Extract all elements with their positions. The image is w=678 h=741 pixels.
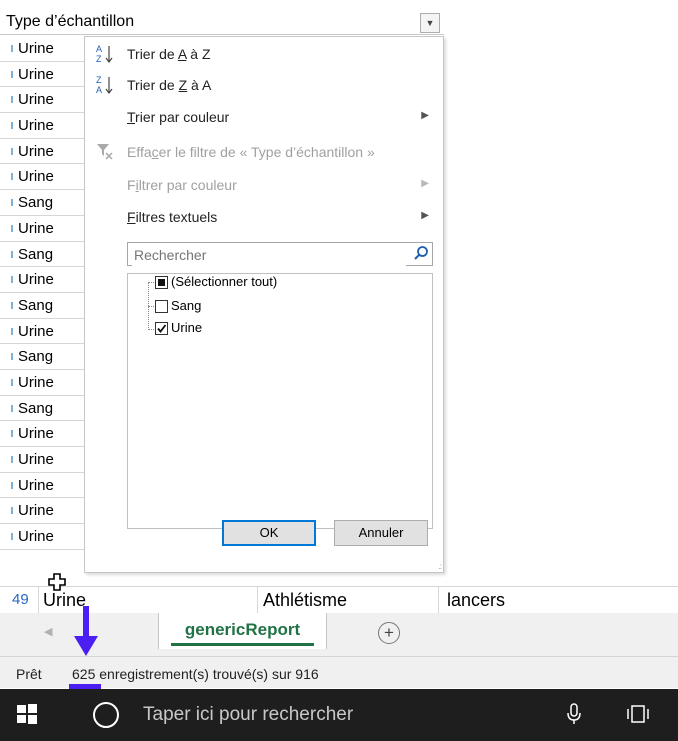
select-all-label: (Sélectionner tout) (171, 274, 278, 289)
svg-text:A: A (96, 85, 102, 95)
svg-text:Z: Z (96, 54, 102, 64)
column-cell[interactable]: Sang (0, 396, 84, 422)
sang-checkbox[interactable] (155, 300, 168, 313)
urine-label: Urine (171, 320, 203, 335)
sang-label: Sang (171, 298, 202, 313)
filter-dropdown-button[interactable]: ▼ (420, 13, 440, 33)
windows-taskbar: Taper ici pour rechercher (0, 689, 678, 741)
ok-button[interactable]: OK (222, 520, 316, 546)
column-cell[interactable]: Urine (0, 447, 84, 473)
status-bar: Prêt 625 enregistrement(s) trouvé(s) sur… (0, 657, 678, 688)
column-cells: Urine Urine Urine Urine Urine Urine Sang Urine S… (0, 36, 84, 550)
column-cell[interactable]: Sang (0, 190, 84, 216)
filter-dropdown-panel: AZ Trier de A à Z ZA Trier de Z à A Trie… (84, 36, 444, 573)
annotation-arrow-icon (74, 606, 98, 663)
column-cell[interactable]: Sang (0, 293, 84, 319)
search-icon[interactable] (413, 245, 429, 266)
windows-start-icon[interactable] (16, 703, 38, 730)
sheet-tab-bar: ◀ genericReport + (0, 613, 678, 657)
column-cell[interactable]: Sang (0, 242, 84, 268)
column-cell[interactable]: Urine (0, 498, 84, 525)
clear-filter-icon (95, 141, 117, 163)
resize-grip-icon[interactable]: .: (439, 562, 443, 571)
urine-checkbox[interactable] (155, 322, 168, 335)
column-cell[interactable]: Urine (0, 421, 84, 447)
submenu-arrow-icon: ▶ (421, 210, 429, 221)
column-cell[interactable]: Urine (0, 113, 84, 139)
column-cell[interactable]: Urine (0, 524, 84, 550)
cell-discipline[interactable]: Athlétisme (257, 587, 443, 613)
record-count: 625 (72, 666, 96, 682)
cell-sample-type[interactable]: Urine (38, 587, 261, 613)
sheet-tab-genericreport[interactable]: genericReport (158, 613, 327, 649)
select-all-checkbox[interactable] (155, 276, 168, 289)
column-cell[interactable]: Urine (0, 473, 84, 499)
sheet-tab-label: genericReport (184, 620, 301, 639)
filter-search-input[interactable] (132, 244, 406, 266)
table-row: 49 Urine Athlétisme lancers (0, 586, 678, 614)
filter-search-box (127, 242, 433, 266)
microphone-icon[interactable] (566, 702, 582, 731)
svg-text:A: A (96, 44, 102, 54)
column-cell[interactable]: Urine (0, 216, 84, 242)
sort-a-to-z-item[interactable]: AZ Trier de A à Z (85, 40, 443, 70)
column-cell[interactable]: Urine (0, 164, 84, 191)
row-number: 49 (12, 591, 29, 608)
submenu-arrow-icon: ▶ (421, 110, 429, 121)
column-cell[interactable]: Sang (0, 344, 84, 370)
status-ready: Prêt (16, 666, 42, 682)
task-view-icon[interactable] (626, 703, 650, 730)
column-cell[interactable]: Urine (0, 370, 84, 396)
column-cell[interactable]: Urine (0, 319, 84, 345)
column-cell[interactable]: Urine (0, 87, 84, 114)
sort-az-icon: AZ (95, 43, 117, 65)
cancel-button[interactable]: Annuler (334, 520, 428, 546)
filter-by-color-item[interactable]: Filtrer par couleur ▶ (85, 171, 443, 201)
column-cell[interactable]: Urine (0, 267, 84, 293)
cortana-icon[interactable] (93, 702, 119, 728)
svg-text:Z: Z (96, 75, 102, 85)
add-sheet-button[interactable]: + (378, 622, 400, 644)
filter-values-list: (Sélectionner tout) Sang Urine (127, 273, 433, 529)
clear-filter-item[interactable]: Effacer le filtre de « Type d’échantillo… (85, 138, 443, 168)
submenu-arrow-icon: ▶ (421, 178, 429, 189)
mouse-cursor-icon (46, 573, 68, 600)
cell-event[interactable]: lancers (438, 587, 678, 613)
taskbar-search-input[interactable]: Taper ici pour rechercher (143, 704, 353, 726)
column-cell[interactable]: Urine (0, 62, 84, 88)
scroll-left-icon[interactable]: ◀ (44, 625, 52, 638)
record-count-text: 625 enregistrement(s) trouvé(s) sur 916 (72, 666, 319, 682)
column-cell[interactable]: Urine (0, 36, 84, 62)
column-header: Type d’échantillon ▼ (0, 12, 444, 35)
text-filters-item[interactable]: Filtres textuels ▶ (85, 203, 443, 233)
sort-za-icon: ZA (95, 74, 117, 96)
sort-z-to-a-item[interactable]: ZA Trier de Z à A (85, 71, 443, 101)
column-header-title: Type d’échantillon (6, 13, 135, 30)
column-cell[interactable]: Urine (0, 139, 84, 165)
sort-by-color-item[interactable]: Trier par couleur ▶ (85, 103, 443, 133)
